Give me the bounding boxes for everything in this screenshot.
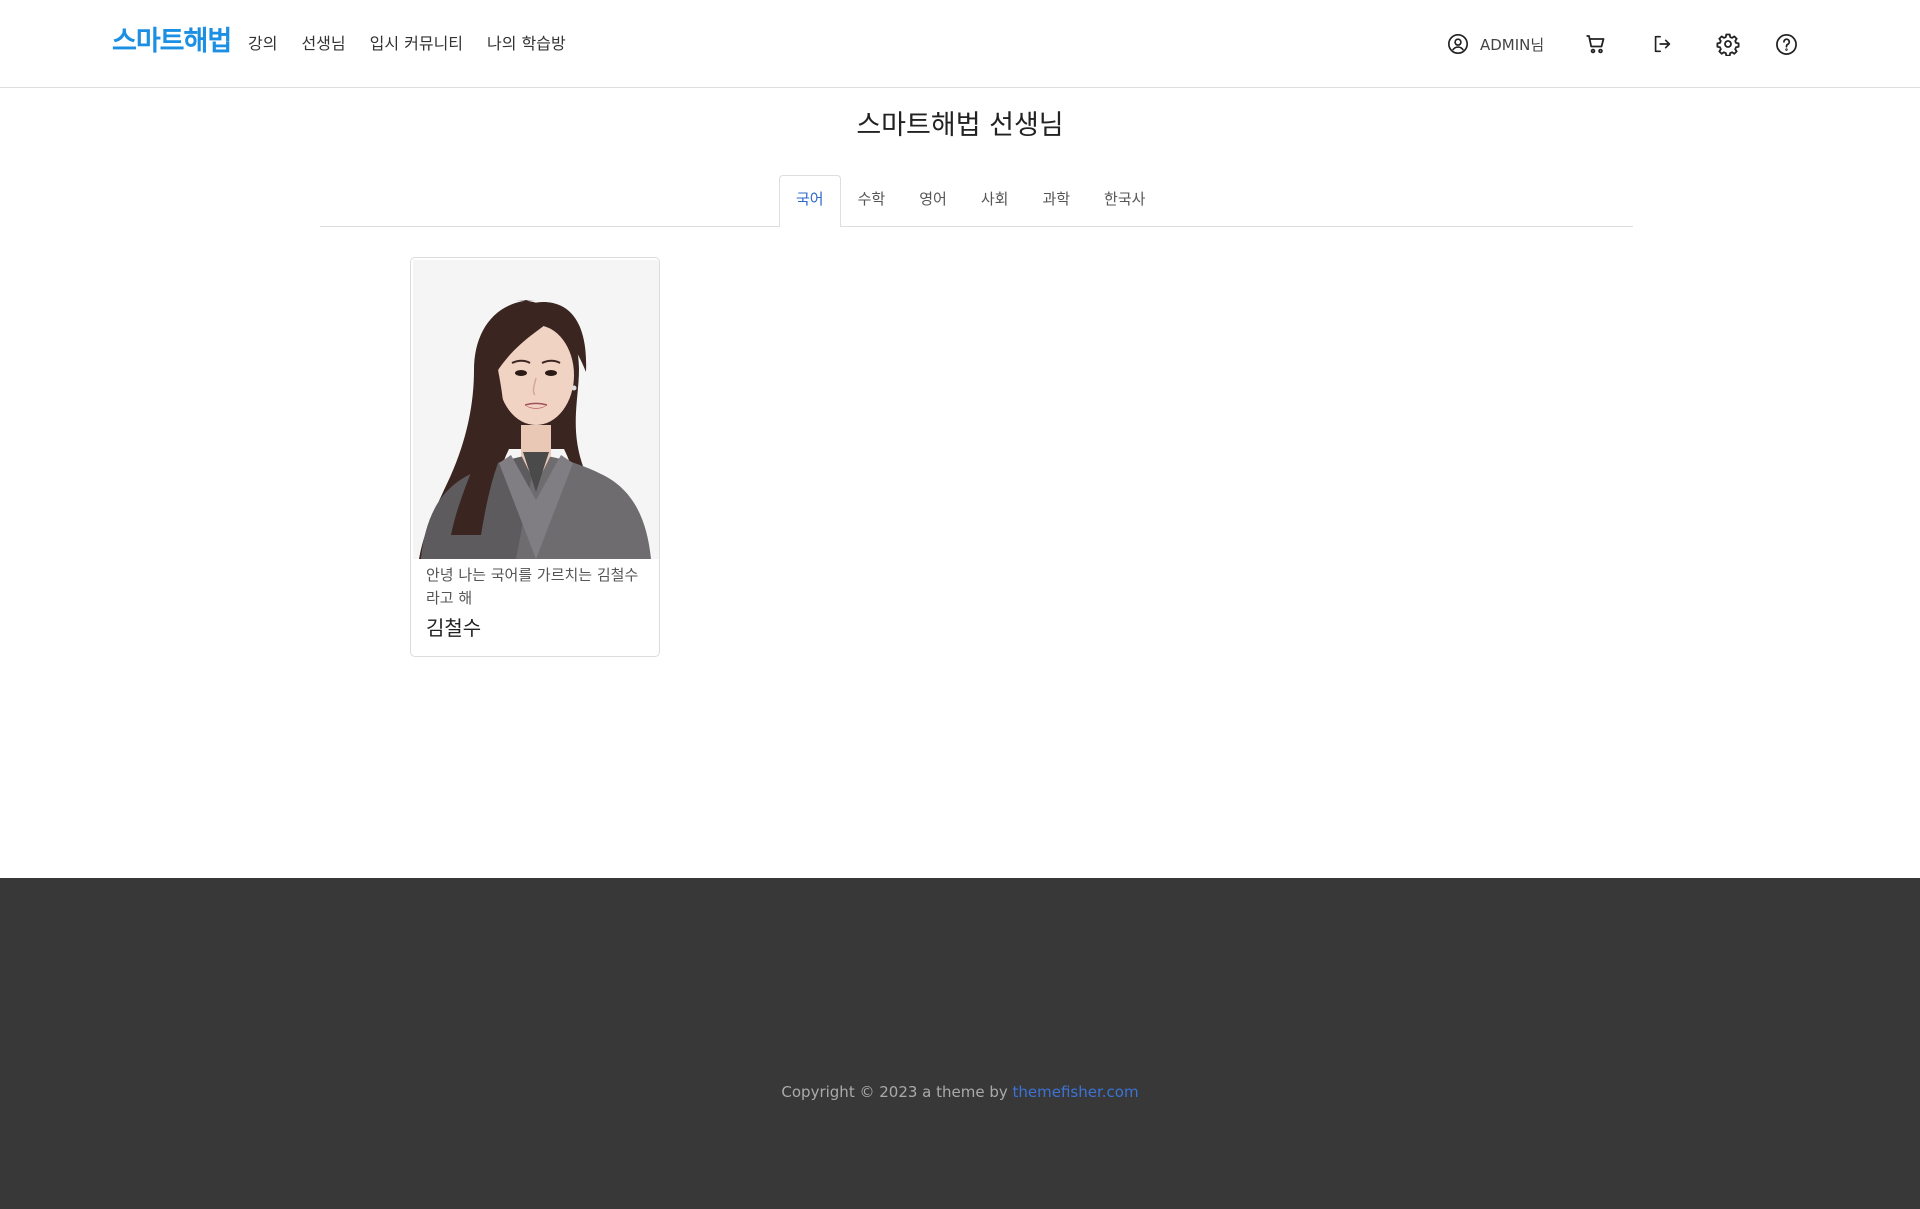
nav-item-community[interactable]: 입시 커뮤니티 xyxy=(370,30,463,58)
tab-social[interactable]: 사회 xyxy=(964,175,1026,222)
copyright-text: Copyright © 2023 a theme by xyxy=(781,1083,1013,1101)
header-actions: ADMIN님 xyxy=(1444,27,1800,61)
teacher-card[interactable]: 안녕 나는 국어를 가르치는 김철수 라고 해 김철수 xyxy=(410,257,660,657)
themefisher-link[interactable]: themefisher.com xyxy=(1013,1083,1139,1101)
tab-english[interactable]: 영어 xyxy=(902,175,964,222)
footer-copyright: Copyright © 2023 a theme by themefisher.… xyxy=(0,1080,1920,1104)
main-nav: 강의 선생님 입시 커뮤니티 나의 학습방 xyxy=(248,30,566,58)
site-footer: Copyright © 2023 a theme by themefisher.… xyxy=(0,878,1920,1209)
nav-item-teachers[interactable]: 선생님 xyxy=(301,30,345,58)
tab-math[interactable]: 수학 xyxy=(841,175,903,222)
teacher-description: 안녕 나는 국어를 가르치는 김철수 라고 해 xyxy=(426,566,639,607)
tab-korean[interactable]: 국어 xyxy=(779,175,841,227)
user-circle-icon xyxy=(1444,30,1472,58)
logout-icon[interactable] xyxy=(1648,30,1676,58)
subject-tabs-bar: 국어 수학 영어 사회 과학 한국사 xyxy=(320,175,1633,227)
nav-item-lectures[interactable]: 강의 xyxy=(248,30,277,58)
site-logo[interactable]: 스마트해법 xyxy=(112,26,232,58)
user-menu[interactable]: ADMIN님 xyxy=(1444,30,1544,58)
tab-korean-history[interactable]: 한국사 xyxy=(1087,175,1162,222)
teacher-photo xyxy=(413,260,659,559)
subject-tabs: 국어 수학 영어 사회 과학 한국사 xyxy=(779,175,1162,227)
gear-icon[interactable] xyxy=(1714,30,1742,58)
teacher-name: 김철수 xyxy=(426,616,482,640)
user-name-label: ADMIN님 xyxy=(1480,35,1545,54)
tab-science[interactable]: 과학 xyxy=(1025,175,1087,222)
help-icon[interactable] xyxy=(1772,30,1800,58)
top-header: 스마트해법 강의 선생님 입시 커뮤니티 나의 학습방 ADMIN님 xyxy=(0,0,1920,88)
nav-item-my-study[interactable]: 나의 학습방 xyxy=(487,30,566,58)
page-title: 스마트해법 선생님 xyxy=(856,110,1064,141)
cart-icon[interactable] xyxy=(1582,30,1610,58)
